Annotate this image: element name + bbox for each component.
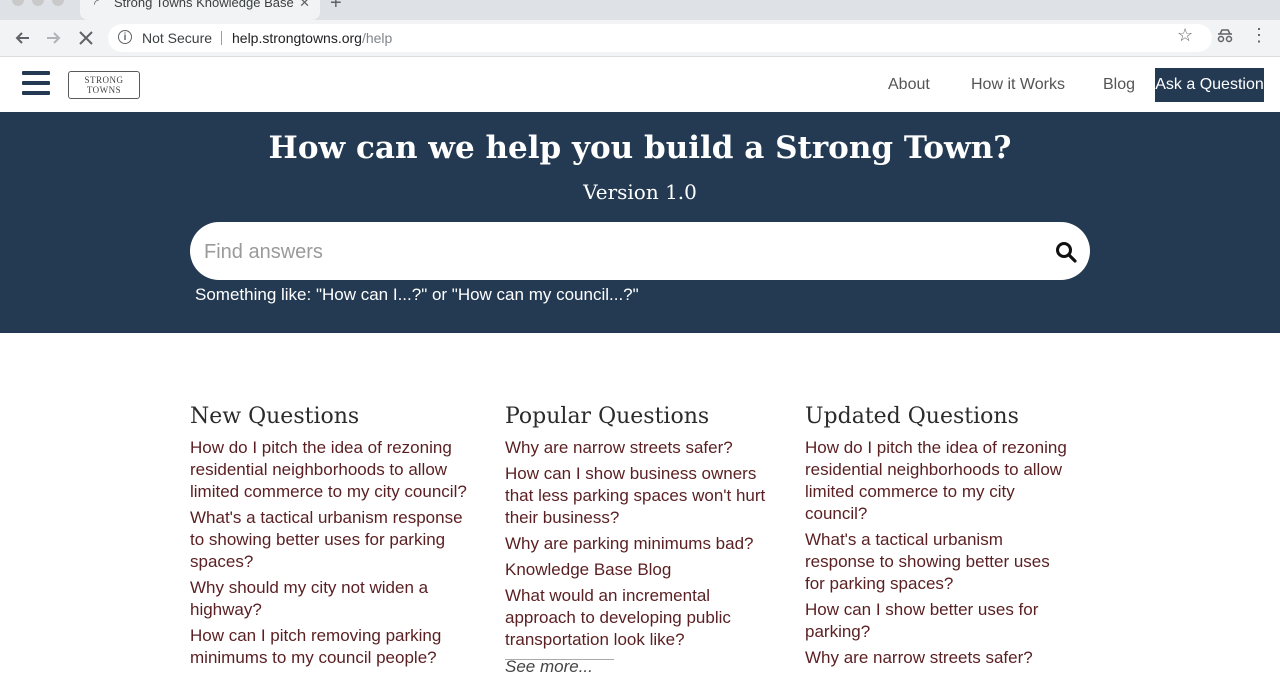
question-link[interactable]: What's a tactical urbanism response to s… (190, 507, 475, 573)
loading-spinner-icon: ◜ (94, 0, 100, 11)
popular-questions-list: Why are narrow streets safer? How can I … (505, 437, 777, 651)
site-header: STRONG TOWNS About How it Works Blog Ask… (0, 57, 1280, 112)
address-bar[interactable]: i Not Secure help.strongtowns.org/help (108, 24, 1212, 52)
tab-close-icon[interactable]: ✕ (299, 0, 310, 11)
question-link[interactable]: How can I pitch removing parking minimum… (190, 625, 475, 669)
browser-tab-strip: ◜ Strong Towns Knowledge Base ✕ + (0, 0, 1280, 20)
hamburger-menu-icon[interactable] (22, 71, 50, 97)
updated-questions-heading: Updated Questions (805, 404, 1019, 429)
address-separator (221, 31, 222, 45)
forward-icon[interactable] (42, 26, 66, 50)
question-link[interactable]: Why are parking minimums bad? (505, 533, 777, 555)
question-link[interactable]: What's a tactical urbanism response to s… (805, 529, 1070, 595)
new-questions-list: How do I pitch the idea of rezoning resi… (190, 437, 475, 669)
question-link[interactable]: Why are narrow streets safer? (805, 647, 1070, 669)
updated-questions-column: Updated Questions How do I pitch the ide… (805, 404, 1070, 673)
question-link[interactable]: How can I show business owners that less… (505, 463, 777, 529)
new-questions-column: New Questions How do I pitch the idea of… (190, 404, 475, 673)
question-link[interactable]: Why should my city not widen a highway? (190, 577, 475, 621)
browser-toolbar: i Not Secure help.strongtowns.org/help (0, 20, 1280, 57)
search-icon[interactable] (1055, 241, 1077, 263)
not-secure-label: Not Secure (142, 30, 213, 46)
nav-blog[interactable]: Blog (1103, 76, 1135, 94)
logo-line-1: STRONG (84, 75, 124, 85)
back-icon[interactable] (10, 26, 34, 50)
tab-title: Strong Towns Knowledge Base (114, 0, 294, 10)
search-box (190, 222, 1090, 282)
new-questions-heading: New Questions (190, 404, 360, 429)
minimize-window-icon[interactable] (32, 0, 44, 6)
question-link[interactable]: Knowledge Base Blog (505, 559, 777, 581)
nav-about[interactable]: About (888, 76, 930, 94)
updated-questions-list: How do I pitch the idea of rezoning resi… (805, 437, 1070, 669)
logo-line-2: TOWNS (86, 85, 122, 95)
question-link[interactable]: How do I pitch the idea of rezoning resi… (190, 437, 475, 503)
maximize-window-icon[interactable] (52, 0, 64, 6)
info-icon[interactable]: i (118, 30, 132, 44)
question-link[interactable]: How can I show better uses for parking? (805, 599, 1070, 643)
see-more-link[interactable]: See more... (505, 657, 593, 677)
version-label: Version 1.0 (583, 180, 697, 204)
url-path: /help (361, 30, 393, 46)
incognito-extension-icon[interactable] (1216, 29, 1234, 43)
strong-towns-logo[interactable]: STRONG TOWNS (68, 71, 140, 99)
question-link[interactable]: What would an incremental approach to de… (505, 585, 777, 651)
close-window-icon[interactable] (12, 0, 24, 6)
link-underline (505, 659, 614, 660)
nav-how-it-works[interactable]: How it Works (971, 76, 1065, 94)
question-link[interactable]: Why are narrow streets safer? (505, 437, 777, 459)
hero-section: How can we help you build a Strong Town?… (0, 112, 1280, 333)
browser-menu-icon[interactable]: ⋮ (1250, 26, 1268, 44)
url-text: help.strongtowns.org/help (232, 30, 392, 46)
url-host: help.strongtowns.org (232, 30, 362, 46)
hero-title: How can we help you build a Strong Town? (268, 130, 1012, 166)
new-tab-icon[interactable]: + (330, 0, 342, 15)
popular-questions-heading: Popular Questions (505, 404, 710, 429)
question-link[interactable]: How do I pitch the idea of rezoning resi… (805, 437, 1070, 525)
bookmark-star-icon[interactable]: ☆ (1177, 25, 1193, 46)
search-input[interactable] (202, 222, 1036, 282)
stop-loading-icon[interactable] (74, 26, 98, 50)
search-hint: Something like: "How can I...?" or "How … (195, 285, 639, 304)
browser-tab[interactable]: ◜ Strong Towns Knowledge Base ✕ (80, 0, 320, 20)
popular-questions-column: Popular Questions Why are narrow streets… (505, 404, 777, 677)
ask-question-button[interactable]: Ask a Question (1155, 68, 1264, 102)
